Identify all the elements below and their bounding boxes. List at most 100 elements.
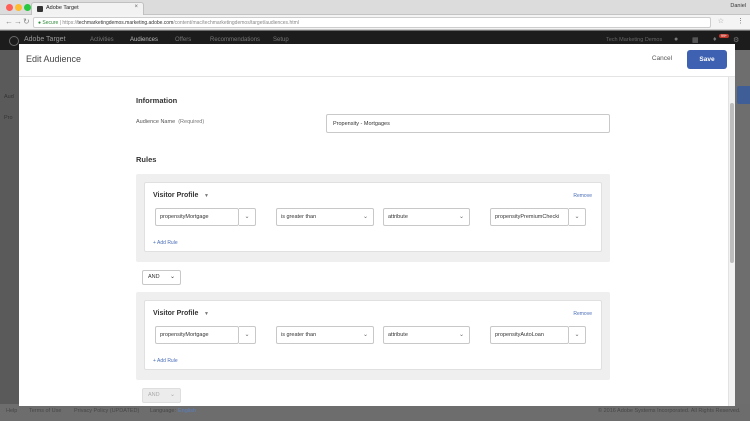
app-title: Adobe Target bbox=[24, 36, 66, 43]
chevron-down-icon[interactable]: ▼ bbox=[204, 311, 209, 317]
window-minimize-button[interactable] bbox=[15, 4, 22, 11]
attribute-dropdown-button[interactable]: ⌄ bbox=[569, 326, 586, 344]
window-close-button[interactable] bbox=[6, 4, 13, 11]
nav-offers[interactable]: Offers bbox=[175, 37, 191, 43]
operator-select[interactable]: is greater than ⌄ bbox=[276, 208, 374, 226]
scrollbar-thumb[interactable] bbox=[730, 103, 734, 263]
bg-sidebar: Aud Pro bbox=[0, 50, 21, 404]
footer-language-link[interactable]: English bbox=[178, 408, 196, 414]
edit-audience-modal: Edit Audience Cancel Save Information Au… bbox=[19, 44, 735, 406]
bg-sidebar-profile[interactable]: Pro bbox=[4, 115, 13, 121]
menu-dots-icon[interactable]: ⋮ bbox=[737, 17, 744, 25]
attribute-value-select[interactable]: propensityAutoLoan bbox=[490, 326, 569, 344]
connector-value: AND bbox=[148, 274, 160, 280]
audience-name-input[interactable] bbox=[326, 114, 610, 133]
chevron-down-icon: ⌄ bbox=[362, 332, 368, 338]
footer-privacy-link[interactable]: Privacy Policy (UPDATED) bbox=[74, 408, 139, 414]
bg-sidebar-audiences[interactable]: Aud bbox=[4, 94, 14, 100]
browser-user-name[interactable]: Daniel bbox=[730, 3, 746, 9]
footer-language-label: Language: bbox=[150, 408, 176, 414]
cancel-button[interactable]: Cancel bbox=[647, 52, 677, 66]
tab-close-icon[interactable]: × bbox=[134, 4, 138, 10]
information-heading: Information bbox=[136, 96, 178, 105]
bg-create-audience-button[interactable] bbox=[737, 86, 750, 104]
forward-arrow-icon[interactable]: → bbox=[14, 17, 22, 26]
nav-recommendations[interactable]: Recommendations bbox=[210, 37, 260, 43]
nav-audiences[interactable]: Audiences bbox=[130, 37, 158, 43]
and-connector-select[interactable]: AND ⌄ bbox=[142, 270, 181, 285]
value-type-select[interactable]: attribute ⌄ bbox=[383, 208, 470, 226]
window-zoom-button[interactable] bbox=[24, 4, 31, 11]
browser-tab-bar: Adobe Target × Daniel bbox=[0, 0, 750, 15]
rules-heading: Rules bbox=[136, 155, 157, 164]
star-icon[interactable]: ☆ bbox=[718, 17, 724, 25]
parameter-value: propensityMortgage bbox=[160, 214, 209, 220]
chevron-down-icon: ⌄ bbox=[244, 214, 250, 220]
url-scheme: https:// bbox=[62, 20, 78, 26]
rule-card: Visitor Profile ▼ Remove propensityMortg… bbox=[144, 182, 602, 252]
tab-title: Adobe Target bbox=[46, 5, 79, 11]
operator-value: is greater than bbox=[281, 214, 317, 220]
lock-icon: ● bbox=[38, 20, 42, 26]
nav-activities[interactable]: Activities bbox=[90, 37, 114, 43]
rule-block: Visitor Profile ▼ Remove propensityMortg… bbox=[136, 292, 610, 380]
back-arrow-icon[interactable]: ← bbox=[5, 17, 13, 26]
modal-scrollbar[interactable] bbox=[728, 77, 735, 406]
audience-name-label: Audience Name (Required) bbox=[136, 119, 204, 125]
and-connector-select[interactable]: AND ⌄ bbox=[142, 388, 181, 403]
chevron-down-icon: ⌄ bbox=[244, 332, 250, 338]
url-host: techmarketingdemos.marketing.adobe.com bbox=[77, 20, 174, 26]
app-footer: Help Terms of Use Privacy Policy (UPDATE… bbox=[0, 404, 750, 421]
chevron-down-icon: ⌄ bbox=[574, 214, 580, 220]
adobe-target-logo-icon bbox=[9, 36, 19, 46]
value-type-select[interactable]: attribute ⌄ bbox=[383, 326, 470, 344]
footer-terms-link[interactable]: Terms of Use bbox=[29, 408, 61, 414]
parameter-select[interactable]: propensityMortgage bbox=[155, 326, 239, 344]
nav-setup[interactable]: Setup bbox=[273, 37, 289, 43]
notifications-icon[interactable]: ♦ bbox=[713, 36, 717, 43]
gear-icon[interactable]: ⚙ bbox=[733, 36, 739, 44]
operator-select[interactable]: is greater than ⌄ bbox=[276, 326, 374, 344]
attribute-value-select[interactable]: propensityPremiumChecki bbox=[490, 208, 569, 226]
notification-badge: 99+ bbox=[719, 34, 729, 38]
url-secure-label: Secure bbox=[42, 20, 59, 26]
add-rule-link[interactable]: + Add Rule bbox=[153, 358, 178, 364]
rule-block: Visitor Profile ▼ Remove propensityMortg… bbox=[136, 174, 610, 262]
chevron-down-icon: ⌄ bbox=[362, 214, 368, 220]
modal-title: Edit Audience bbox=[26, 54, 82, 64]
chevron-down-icon: ⌄ bbox=[169, 274, 175, 280]
attribute-dropdown-button[interactable]: ⌄ bbox=[569, 208, 586, 226]
rule-category-title[interactable]: Visitor Profile bbox=[153, 310, 198, 317]
value-type-value: attribute bbox=[388, 214, 408, 220]
url-path: /content/mac/techmarketingdemos/target/a… bbox=[173, 20, 299, 26]
help-icon[interactable]: ● bbox=[674, 36, 678, 43]
attribute-value: propensityPremiumChecki bbox=[495, 214, 560, 220]
audience-name-label-text: Audience Name bbox=[136, 119, 176, 125]
browser-tab[interactable]: Adobe Target × bbox=[31, 2, 144, 15]
chevron-down-icon: ⌄ bbox=[169, 392, 175, 398]
url-field[interactable]: ● Secure | https://techmarketingdemos.ma… bbox=[33, 17, 711, 28]
value-type-value: attribute bbox=[388, 332, 408, 338]
parameter-dropdown-button[interactable]: ⌄ bbox=[239, 326, 256, 344]
parameter-select[interactable]: propensityMortgage bbox=[155, 208, 239, 226]
parameter-dropdown-button[interactable]: ⌄ bbox=[239, 208, 256, 226]
add-rule-link[interactable]: + Add Rule bbox=[153, 240, 178, 246]
app-user-name[interactable]: Tech Marketing Demos bbox=[606, 37, 662, 43]
chevron-down-icon: ⌄ bbox=[458, 214, 464, 220]
browser-address-bar: ← → ↻ ● Secure | https://techmarketingde… bbox=[0, 15, 750, 30]
footer-help-link[interactable]: Help bbox=[6, 408, 17, 414]
adobe-favicon-icon bbox=[37, 6, 43, 12]
chevron-down-icon: ⌄ bbox=[458, 332, 464, 338]
remove-rule-link[interactable]: Remove bbox=[573, 311, 592, 317]
apps-grid-icon[interactable]: ▦ bbox=[692, 36, 699, 44]
attribute-value: propensityAutoLoan bbox=[495, 332, 544, 338]
remove-rule-link[interactable]: Remove bbox=[573, 193, 592, 199]
reload-icon[interactable]: ↻ bbox=[23, 17, 30, 26]
rule-category-title[interactable]: Visitor Profile bbox=[153, 192, 198, 199]
parameter-value: propensityMortgage bbox=[160, 332, 209, 338]
save-button[interactable]: Save bbox=[687, 50, 727, 69]
chevron-down-icon[interactable]: ▼ bbox=[204, 193, 209, 199]
modal-header: Edit Audience Cancel Save bbox=[19, 44, 735, 77]
rule-card: Visitor Profile ▼ Remove propensityMortg… bbox=[144, 300, 602, 370]
operator-value: is greater than bbox=[281, 332, 317, 338]
